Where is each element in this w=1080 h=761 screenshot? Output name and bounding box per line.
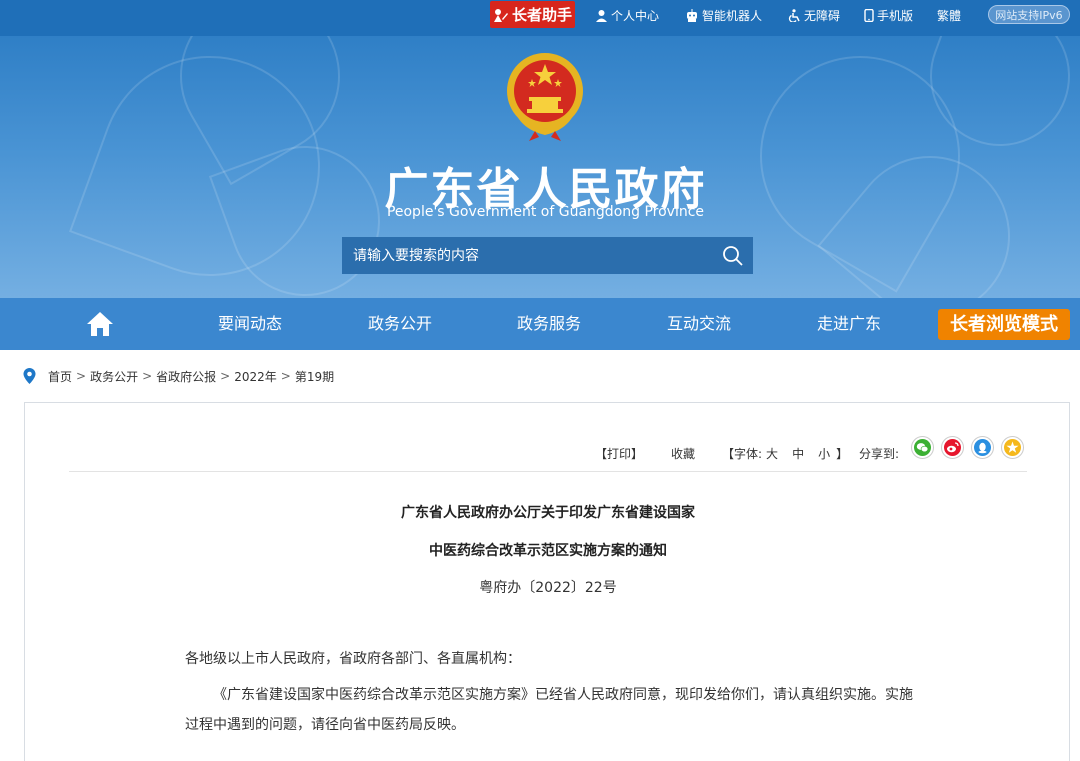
search-button[interactable] <box>713 237 753 274</box>
ipv6-label: 网站支持IPv6 <box>995 8 1063 22</box>
qq-icon <box>974 439 991 456</box>
elder-icon <box>493 8 508 22</box>
breadcrumb-gov-affairs[interactable]: 政务公开 <box>90 368 138 385</box>
accessibility-link[interactable]: 无障碍 <box>788 6 840 24</box>
font-size-label: 【字体: <box>722 446 763 461</box>
location-pin-icon <box>23 368 36 384</box>
traditional-chinese-label: 繁體 <box>937 8 962 23</box>
nav-item-interaction[interactable]: 互动交流 <box>647 298 751 350</box>
print-button[interactable]: 【打印】 <box>595 443 643 463</box>
divider <box>69 471 1027 472</box>
breadcrumb-separator: > <box>280 369 291 383</box>
ipv6-badge: 网站支持IPv6 <box>988 5 1070 24</box>
salutation: 各地级以上市人民政府，省政府各部门、各直属机构： <box>185 651 521 667</box>
font-large-button[interactable]: 大 <box>766 445 778 462</box>
font-size-close: 】 <box>836 446 849 461</box>
search-box <box>342 237 753 274</box>
traditional-chinese-link[interactable]: 繁體 <box>937 6 961 24</box>
breadcrumb: 首页 > 政务公开 > 省政府公报 > 2022年 > 第19期 <box>23 367 334 385</box>
weibo-icon <box>944 439 961 456</box>
breadcrumb-gazette[interactable]: 省政府公报 <box>156 368 216 385</box>
wechat-icon <box>914 439 931 456</box>
robot-icon <box>687 8 697 22</box>
favorite-button[interactable]: 收藏 <box>671 443 695 463</box>
mobile-link[interactable]: 手机版 <box>864 6 913 24</box>
nav-item-services[interactable]: 政务服务 <box>497 298 601 350</box>
nav-item-about-guangdong[interactable]: 走进广东 <box>797 298 901 350</box>
search-input[interactable] <box>342 237 713 274</box>
mobile-label: 手机版 <box>877 8 914 23</box>
document-title-line-1: 广东省人民政府办公厅关于印发广东省建设国家 <box>401 505 695 521</box>
robot-link[interactable]: 智能机器人 <box>685 6 762 24</box>
breadcrumb-separator: > <box>220 369 231 383</box>
document-number: 粤府办〔2022〕22号 <box>479 580 617 596</box>
breadcrumb-home[interactable]: 首页 <box>48 368 72 385</box>
site-subtitle: People's Government of Guangdong Provinc… <box>386 204 705 220</box>
article-card: 【打印】 收藏 【字体: 大 中 小 】 分享到: 广东省人民政府办公厅关于印发… <box>24 402 1070 761</box>
font-size-control: 【字体: 大 中 小 】 <box>722 443 848 463</box>
person-icon <box>596 9 607 22</box>
nav-item-news[interactable]: 要闻动态 <box>198 298 302 350</box>
main-nav: 要闻动态 政务公开 政务服务 互动交流 走进广东 <box>0 298 1080 350</box>
home-icon[interactable] <box>86 311 114 337</box>
robot-label: 智能机器人 <box>702 8 763 23</box>
personal-center-label: 个人中心 <box>611 8 660 23</box>
font-small-button[interactable]: 小 <box>818 445 830 462</box>
elder-assistant-button[interactable]: 长者助手 <box>490 1 575 28</box>
body-paragraph-line-2: 过程中遇到的问题，请径向省中医药局反映。 <box>185 717 465 733</box>
accessibility-icon <box>788 8 800 22</box>
search-icon <box>723 245 743 266</box>
elder-mode-button[interactable]: 长者浏览模式 <box>938 309 1070 340</box>
elder-assistant-label: 长者助手 <box>511 6 572 24</box>
share-wechat-button[interactable] <box>911 436 934 459</box>
breadcrumb-year[interactable]: 2022年 <box>234 368 277 385</box>
qzone-star-icon <box>1004 439 1021 456</box>
body-paragraph-line-1: 《广东省建设国家中医药综合改革示范区实施方案》已经省人民政府同意，现印发给你们，… <box>213 687 913 703</box>
breadcrumb-issue[interactable]: 第19期 <box>295 368 334 385</box>
nav-item-government-affairs[interactable]: 政务公开 <box>348 298 452 350</box>
breadcrumb-separator: > <box>142 369 153 383</box>
top-bar: 长者助手 个人中心 智能机器人 无障碍 手机版 繁體 网站支持IPv6 <box>0 0 1080 36</box>
share-qzone-button[interactable] <box>1001 436 1024 459</box>
national-emblem-icon <box>507 53 583 141</box>
mobile-icon <box>864 8 874 22</box>
font-medium-button[interactable]: 中 <box>792 445 804 462</box>
document-title-line-2: 中医药综合改革示范区实施方案的通知 <box>429 543 667 559</box>
share-qq-button[interactable] <box>971 436 994 459</box>
accessibility-label: 无障碍 <box>804 8 841 23</box>
breadcrumb-separator: > <box>76 369 87 383</box>
share-weibo-button[interactable] <box>941 436 964 459</box>
share-label: 分享到: <box>859 446 900 461</box>
personal-center-link[interactable]: 个人中心 <box>595 6 659 24</box>
